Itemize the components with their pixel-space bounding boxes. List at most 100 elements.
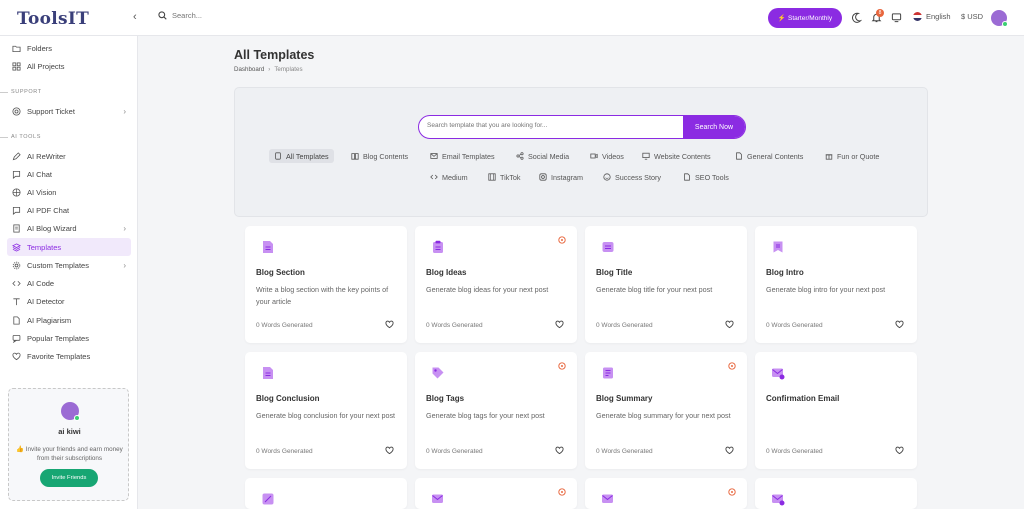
mail-icon [430,153,438,159]
sidebar-item-ai-detector[interactable]: AI Detector [7,292,131,310]
card-title: Blog Title [596,268,633,277]
sidebar-item-ai-chat[interactable]: AI Chat [7,165,131,183]
sidebar-item-folders[interactable]: Folders [7,39,131,57]
code-icon [12,280,21,286]
favorite-heart-icon[interactable] [725,320,734,329]
title-icon [602,242,614,252]
template-search: Search Now [418,115,746,139]
book-icon [351,153,359,160]
sidebar-item-label: AI Detector [27,296,65,306]
code-icon [430,174,438,180]
currency-selector[interactable]: $ USD [961,12,983,21]
document-icon [13,315,20,325]
invite-friends-button[interactable]: Invite Friends [40,469,98,487]
card-description: Generate blog title for your next post [596,285,713,294]
category-seo-tools[interactable]: SEO Tools [678,170,734,184]
template-card-blog-section[interactable]: Blog Section Write a blog section with t… [245,226,407,343]
document-icon [736,152,742,160]
template-card-blog-ideas[interactable]: Blog Ideas Generate blog ideas for your … [415,226,577,343]
logo[interactable]: ToolsIT [17,9,89,29]
category-website-contents[interactable]: Website Contents [637,149,716,163]
category-label: Success Story [615,172,661,182]
summary-icon [603,367,613,379]
aperture-icon [12,187,21,197]
dark-mode-icon[interactable] [851,12,862,23]
template-card-blog-intro[interactable]: Blog Intro Generate blog intro for your … [755,226,917,343]
search-now-button[interactable]: Search Now [683,116,745,138]
plan-button[interactable]: ⚡ Starter/Monthly [768,8,842,28]
sidebar-item-ai-code[interactable]: AI Code [7,274,131,292]
category-all-templates[interactable]: All Templates [269,149,334,163]
global-search-input[interactable] [172,11,292,20]
language-selector[interactable]: English [913,12,951,21]
tag-icon [432,367,444,379]
category-tiktok[interactable]: TikTok [483,170,526,184]
category-label: All Templates [286,151,329,161]
card-description: Write a blog section with the key points… [256,285,389,306]
favorite-heart-icon[interactable] [385,446,394,455]
gift-icon [825,154,833,160]
user-avatar[interactable] [991,10,1008,27]
card-words-generated: 0 Words Generated [256,448,313,455]
pdf-chat-icon [12,206,21,215]
sidebar-item-all-projects[interactable]: All Projects [7,57,131,75]
category-email-templates[interactable]: Email Templates [425,149,500,163]
film-icon [488,173,496,181]
template-card-blog-conclusion[interactable]: Blog Conclusion Generate blog conclusion… [245,352,407,469]
notification-count-badge: 8 [876,9,884,17]
category-general-contents[interactable]: General Contents [730,149,808,163]
template-card-blog-tags[interactable]: Blog Tags Generate blog tags for your ne… [415,352,577,469]
online-status-dot [74,415,80,421]
sidebar-item-label: Support Ticket [27,106,75,116]
template-card[interactable] [245,478,407,509]
favorite-heart-icon[interactable] [895,446,904,455]
template-card-blog-title[interactable]: Blog Title Generate blog title for your … [585,226,747,343]
document-icon [263,367,273,379]
sidebar-item-ai-plagiarism[interactable]: AI Plagiarism [7,311,131,329]
gear-icon [12,261,21,269]
sidebar-item-templates[interactable]: Templates [7,238,131,256]
card-title: Confirmation Email [766,394,840,403]
favorite-heart-icon[interactable] [555,446,564,455]
favorite-heart-icon[interactable] [725,446,734,455]
mail-icon [602,494,613,503]
category-success-story[interactable]: Success Story [598,170,666,184]
template-card[interactable] [585,478,747,509]
card-words-generated: 0 Words Generated [596,448,653,455]
template-card[interactable] [755,478,917,509]
tablet-icon [275,152,281,160]
category-blog-contents[interactable]: Blog Contents [346,149,413,163]
favorite-heart-icon[interactable] [895,320,904,329]
category-medium[interactable]: Medium [425,170,473,184]
sidebar-item-favorite-templates[interactable]: Favorite Templates [7,347,131,365]
sidebar-item-ai-pdf-chat[interactable]: AI PDF Chat [7,201,131,219]
sidebar-item-label: Custom Templates [27,260,89,270]
notification-bell[interactable]: 8 [871,9,884,24]
monitor-icon[interactable] [891,12,902,23]
collapse-sidebar-icon[interactable]: ‹ [133,11,137,23]
text-icon [13,297,20,305]
sidebar-item-popular-templates[interactable]: Popular Templates [7,329,131,347]
category-social-media[interactable]: Social Media [511,149,574,163]
chevron-right-icon: › [123,260,126,270]
sidebar-item-ai-vision[interactable]: AI Vision [7,183,131,201]
template-card-blog-summary[interactable]: Blog Summary Generate blog summary for y… [585,352,747,469]
bookmark-icon [773,241,783,253]
breadcrumb-dashboard[interactable]: Dashboard [234,66,264,73]
sidebar-item-ai-rewriter[interactable]: AI ReWriter [7,147,131,165]
favorite-heart-icon[interactable] [385,320,394,329]
card-description: Generate blog summary for your next post [596,411,731,420]
category-videos[interactable]: Videos [585,149,629,163]
template-search-input[interactable] [427,122,677,129]
global-search[interactable] [158,11,292,20]
sidebar-item-custom-templates[interactable]: Custom Templates › [7,256,131,274]
category-fun-or-quote[interactable]: Fun or Quote [820,149,884,163]
favorite-heart-icon[interactable] [555,320,564,329]
sidebar-item-support-ticket[interactable]: Support Ticket › [7,102,131,120]
sidebar-item-ai-blog-wizard[interactable]: AI Blog Wizard › [7,219,131,237]
template-card[interactable] [415,478,577,509]
category-instagram[interactable]: Instagram [534,170,588,184]
blog-icon [13,223,20,233]
template-card-confirmation-email[interactable]: Confirmation Email 0 Words Generated [755,352,917,469]
divider [0,137,8,138]
